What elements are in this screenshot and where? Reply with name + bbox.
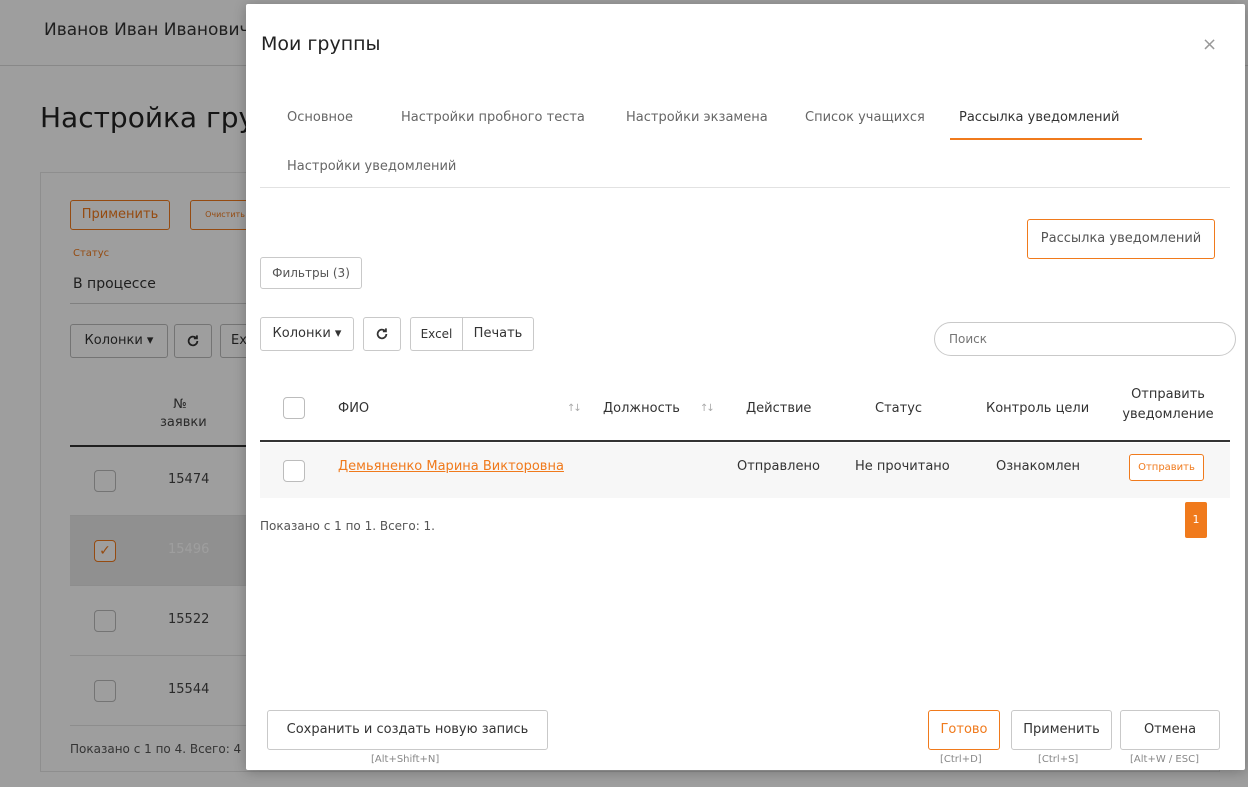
sort-icon[interactable]: ↑↓ (567, 403, 582, 414)
row-checkbox[interactable] (283, 460, 305, 482)
column-header-fio[interactable]: ФИО (338, 401, 369, 416)
done-shortcut: [Ctrl+D] (940, 754, 982, 765)
save-and-create-new-shortcut: [Alt+Shift+N] (371, 754, 440, 765)
active-tab-indicator (950, 138, 1142, 140)
cancel-shortcut: [Alt+W / ESC] (1130, 754, 1199, 765)
tab-exam-settings[interactable]: Настройки экзамена (626, 110, 768, 125)
tab-notifications-mailing[interactable]: Рассылка уведомлений (959, 110, 1119, 125)
row-goal-control: Ознакомлен (996, 459, 1081, 474)
student-name-link[interactable]: Демьяненко Марина Викторовна (338, 459, 564, 474)
filters-button[interactable]: Фильтры (3) (260, 257, 362, 289)
apply-shortcut: [Ctrl+S] (1038, 754, 1079, 765)
column-header-action: Действие (746, 401, 812, 416)
excel-button[interactable]: Excel (410, 317, 462, 351)
my-groups-modal: Мои группы × Основное Настройки пробного… (246, 4, 1245, 770)
select-all-checkbox[interactable] (283, 397, 305, 419)
tab-trial-test-settings[interactable]: Настройки пробного теста (401, 110, 585, 125)
send-header-line2: уведомление (1122, 407, 1214, 422)
table-header-divider (260, 440, 1230, 442)
refresh-button[interactable] (363, 317, 401, 351)
cancel-button[interactable]: Отмена (1120, 710, 1220, 750)
send-notifications-button[interactable]: Рассылка уведомлений (1027, 219, 1215, 259)
close-icon[interactable]: × (1202, 34, 1217, 55)
tab-student-list[interactable]: Список учащихся (805, 110, 925, 125)
row-status: Не прочитано (855, 459, 950, 474)
row-action: Отправлено (737, 459, 820, 474)
column-header-position[interactable]: Должность (603, 401, 680, 416)
tab-notification-settings[interactable]: Настройки уведомлений (287, 159, 456, 174)
save-and-create-new-button[interactable]: Сохранить и создать новую запись (267, 710, 548, 750)
tab-main[interactable]: Основное (287, 110, 353, 125)
search-input[interactable] (934, 322, 1236, 356)
send-notification-button[interactable]: Отправить (1129, 454, 1204, 481)
columns-button[interactable]: Колонки ▾ (260, 317, 354, 351)
refresh-icon (376, 328, 388, 340)
apply-button[interactable]: Применить (1011, 710, 1112, 750)
sort-icon[interactable]: ↑↓ (700, 403, 715, 414)
send-header-line1: Отправить (1131, 387, 1205, 402)
modal-title: Мои группы (261, 33, 381, 55)
column-header-send-notification: Отправить уведомление (1118, 385, 1218, 425)
pagination-info: Показано с 1 по 1. Всего: 1. (260, 519, 435, 533)
print-button[interactable]: Печать (462, 317, 534, 351)
done-button[interactable]: Готово (928, 710, 1000, 750)
column-header-status: Статус (875, 401, 923, 416)
tabs-divider (260, 187, 1230, 188)
column-header-goal-control: Контроль цели (986, 401, 1090, 416)
page-button-current[interactable]: 1 (1185, 502, 1207, 538)
